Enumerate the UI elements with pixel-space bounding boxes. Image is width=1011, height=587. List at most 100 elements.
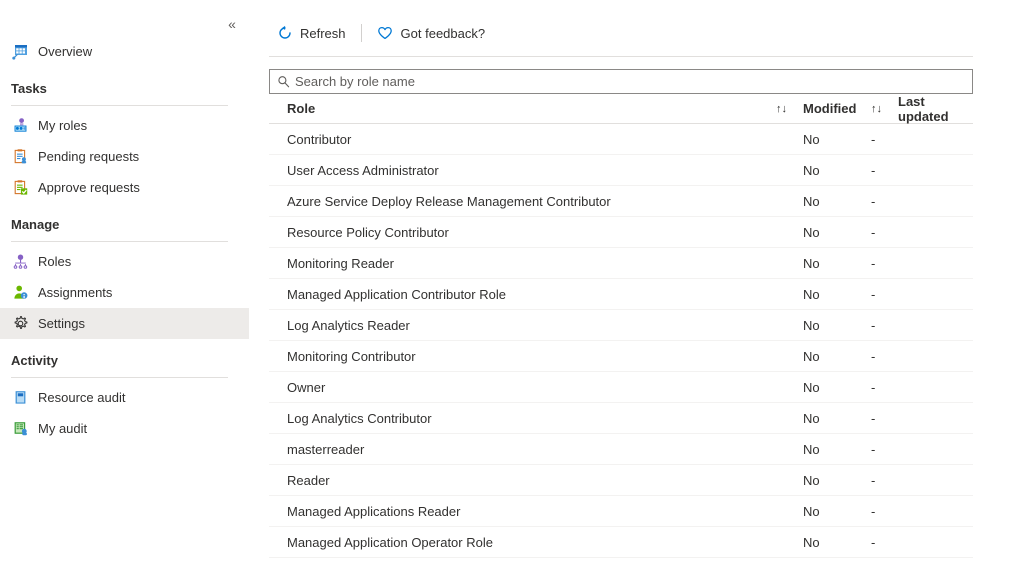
search-icon — [276, 75, 290, 89]
refresh-button[interactable]: Refresh — [269, 19, 353, 47]
table-row[interactable]: Managed Applications ReaderNo- — [269, 496, 973, 527]
table-row[interactable]: Monitoring ContributorNo- — [269, 341, 973, 372]
got-feedback-button[interactable]: Got feedback? — [370, 19, 493, 47]
cell-last-updated: - — [871, 535, 973, 550]
sidebar-item-assignments[interactable]: Assignments — [0, 277, 249, 308]
cell-last-updated: - — [871, 132, 973, 147]
sidebar-item-label: Resource audit — [38, 390, 125, 405]
table-row[interactable]: Azure Service Deploy Release Management … — [269, 186, 973, 217]
cell-role[interactable]: masterreader — [287, 442, 803, 457]
sidebar: ⸺ ⸺ ⸺ · « — [0, 0, 260, 587]
cell-role[interactable]: Monitoring Contributor — [287, 349, 803, 364]
table-body: ContributorNo-User Access AdministratorN… — [269, 124, 973, 558]
table-header-row: Role ↑↓ Modified ↑↓ Last updated — [269, 94, 973, 124]
column-header-last-updated[interactable]: Last updated — [898, 94, 973, 124]
collapse-sidebar-button[interactable]: « — [222, 14, 242, 34]
overview-grid-icon — [11, 43, 29, 61]
cell-last-updated: - — [871, 349, 973, 364]
table-row[interactable]: Log Analytics ReaderNo- — [269, 310, 973, 341]
section-divider — [11, 105, 228, 106]
table-row[interactable]: Managed Application Contributor RoleNo- — [269, 279, 973, 310]
command-bar: Refresh Got feedback? — [260, 14, 1011, 52]
cell-last-updated: - — [871, 411, 973, 426]
refresh-icon — [276, 25, 293, 42]
command-bar-divider — [269, 56, 973, 57]
cell-role[interactable]: Azure Service Deploy Release Management … — [287, 194, 803, 209]
sidebar-section-manage: Manage — [0, 215, 260, 242]
table-row[interactable]: ReaderNo- — [269, 465, 973, 496]
column-header-role[interactable]: Role — [287, 101, 776, 116]
my-audit-icon — [11, 420, 29, 438]
search-input[interactable] — [295, 72, 966, 92]
sidebar-section-tasks: Tasks — [0, 79, 260, 106]
azure-pim-roles-page: ⸺ ⸺ ⸺ · « — [0, 0, 1011, 587]
table-row[interactable]: masterreaderNo- — [269, 434, 973, 465]
pending-requests-icon — [11, 148, 29, 166]
sidebar-item-label: Roles — [38, 254, 71, 269]
cell-modified: No — [803, 194, 871, 209]
sidebar-item-roles[interactable]: Roles — [0, 246, 249, 277]
cell-role[interactable]: Managed Applications Reader — [287, 504, 803, 519]
sidebar-item-label: My roles — [38, 118, 87, 133]
cell-role[interactable]: Managed Application Contributor Role — [287, 287, 803, 302]
search-box[interactable] — [269, 69, 973, 94]
table-row[interactable]: Monitoring ReaderNo- — [269, 248, 973, 279]
sidebar-item-approve-requests[interactable]: Approve requests — [0, 172, 249, 203]
cell-role[interactable]: Resource Policy Contributor — [287, 225, 803, 240]
cell-last-updated: - — [871, 380, 973, 395]
sidebar-section-activity: Activity — [0, 351, 260, 378]
column-header-modified[interactable]: Modified — [803, 101, 871, 116]
cell-role[interactable]: Log Analytics Contributor — [287, 411, 803, 426]
cell-role[interactable]: Contributor — [287, 132, 803, 147]
sidebar-item-pending-requests[interactable]: Pending requests — [0, 141, 249, 172]
table-row[interactable]: OwnerNo- — [269, 372, 973, 403]
cell-last-updated: - — [871, 473, 973, 488]
cell-modified: No — [803, 473, 871, 488]
gear-icon — [11, 315, 29, 333]
cell-role[interactable]: Monitoring Reader — [287, 256, 803, 271]
sidebar-item-my-audit[interactable]: My audit — [0, 413, 249, 444]
roles-icon — [11, 253, 29, 271]
cell-modified: No — [803, 225, 871, 240]
sidebar-item-label: My audit — [38, 421, 87, 436]
cell-modified: No — [803, 132, 871, 147]
cell-role[interactable]: Log Analytics Reader — [287, 318, 803, 333]
cell-last-updated: - — [871, 318, 973, 333]
sidebar-item-my-roles[interactable]: My roles — [0, 110, 249, 141]
sidebar-item-overview[interactable]: Overview — [0, 36, 249, 67]
cell-role[interactable]: Owner — [287, 380, 803, 395]
cell-modified: No — [803, 318, 871, 333]
table-row[interactable]: Managed Application Operator RoleNo- — [269, 527, 973, 558]
table-row[interactable]: User Access AdministratorNo- — [269, 155, 973, 186]
sidebar-item-label: Assignments — [38, 285, 112, 300]
got-feedback-label: Got feedback? — [401, 26, 486, 41]
cell-role[interactable]: Reader — [287, 473, 803, 488]
sidebar-item-resource-audit[interactable]: Resource audit — [0, 382, 249, 413]
cell-last-updated: - — [871, 163, 973, 178]
section-title: Tasks — [11, 79, 260, 99]
cell-modified: No — [803, 380, 871, 395]
cell-modified: No — [803, 256, 871, 271]
cell-role[interactable]: Managed Application Operator Role — [287, 535, 803, 550]
section-divider — [11, 377, 228, 378]
my-roles-icon — [11, 117, 29, 135]
sidebar-item-label: Settings — [38, 316, 85, 331]
cell-last-updated: - — [871, 194, 973, 209]
cell-modified: No — [803, 442, 871, 457]
sidebar-item-label: Pending requests — [38, 149, 139, 164]
cell-role[interactable]: User Access Administrator — [287, 163, 803, 178]
table-row[interactable]: Resource Policy ContributorNo- — [269, 217, 973, 248]
table-row[interactable]: Log Analytics ContributorNo- — [269, 403, 973, 434]
cell-modified: No — [803, 411, 871, 426]
cell-modified: No — [803, 504, 871, 519]
sidebar-item-label: Approve requests — [38, 180, 140, 195]
sidebar-item-settings[interactable]: Settings — [0, 308, 249, 339]
sort-role-icon[interactable]: ↑↓ — [776, 103, 803, 115]
roles-table: Role ↑↓ Modified ↑↓ Last updated Contrib… — [269, 94, 973, 558]
refresh-label: Refresh — [300, 26, 346, 41]
assignments-icon — [11, 284, 29, 302]
cell-last-updated: - — [871, 256, 973, 271]
sort-modified-icon[interactable]: ↑↓ — [871, 103, 898, 115]
table-row[interactable]: ContributorNo- — [269, 124, 973, 155]
section-title: Manage — [11, 215, 260, 235]
